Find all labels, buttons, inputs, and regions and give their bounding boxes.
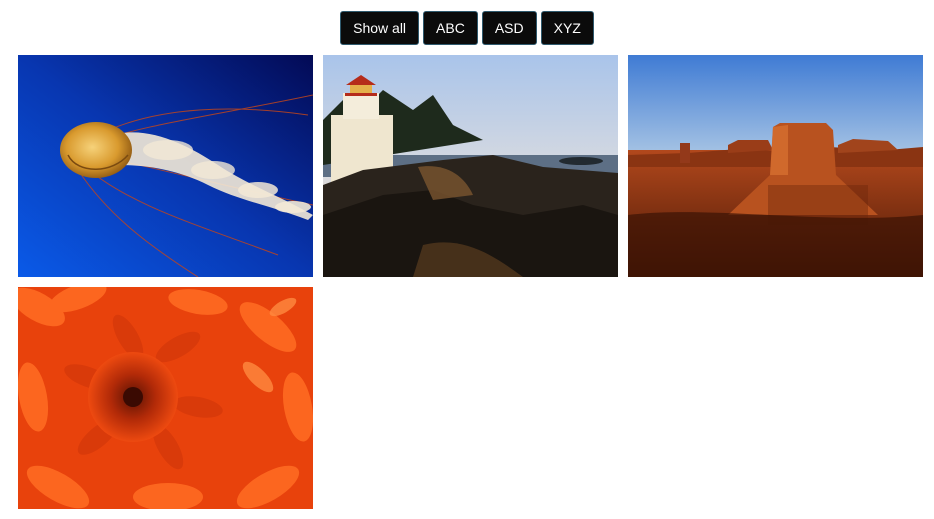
filter-show-all-button[interactable]: Show all — [340, 11, 420, 45]
filter-asd-button[interactable]: ASD — [481, 11, 537, 45]
gallery-image-jellyfish[interactable] — [18, 55, 313, 277]
filter-abc-button[interactable]: ABC — [423, 11, 478, 45]
filter-bar: Show all ABC ASD XYZ — [0, 11, 934, 45]
filter-xyz-button[interactable]: XYZ — [540, 11, 594, 45]
gallery-image-desert-butte[interactable] — [628, 55, 923, 277]
gallery-image-orange-flower[interactable] — [18, 287, 313, 509]
gallery-image-lighthouse[interactable] — [323, 55, 618, 277]
